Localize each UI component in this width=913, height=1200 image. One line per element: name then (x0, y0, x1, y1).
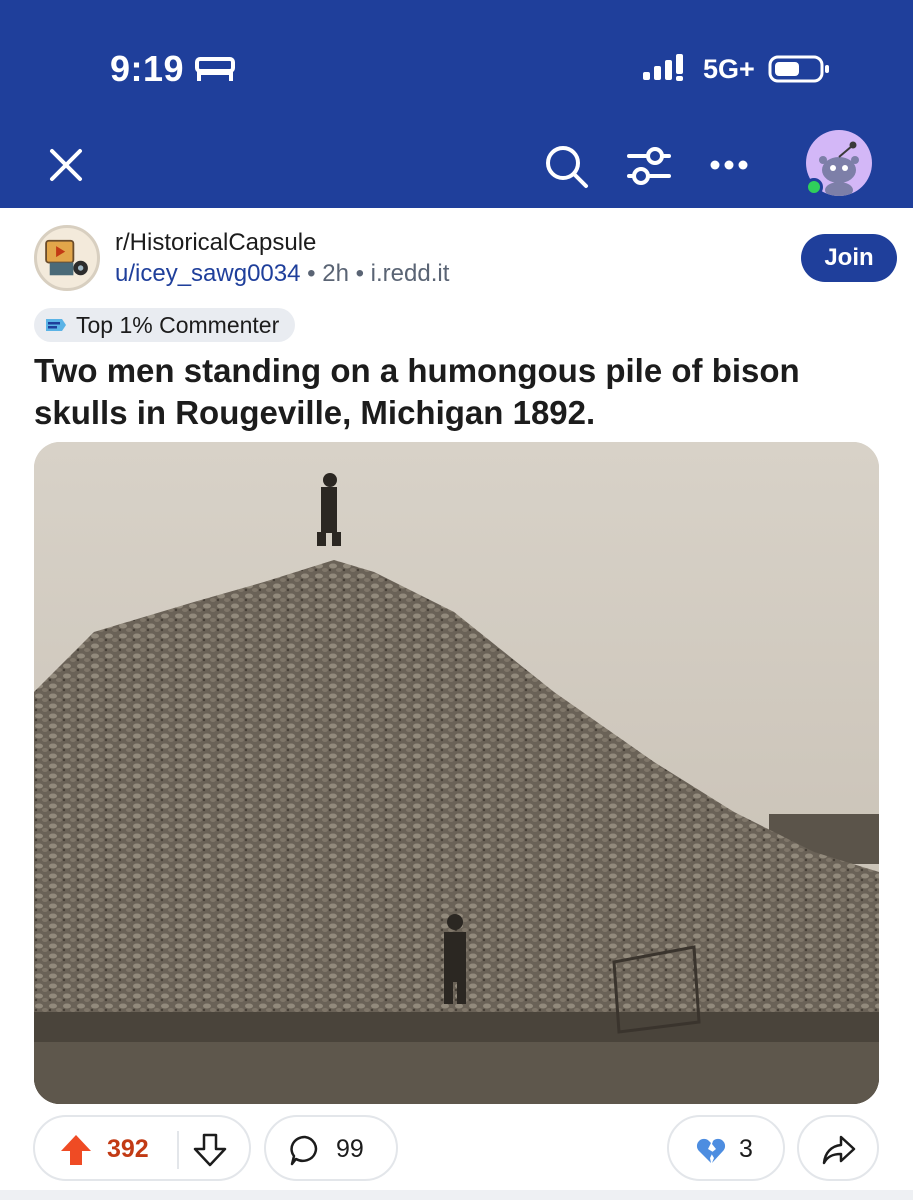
upvote-icon[interactable] (59, 1133, 93, 1167)
film-camera-icon (45, 239, 88, 276)
network-label: 5G+ (703, 54, 755, 84)
share-icon (822, 1135, 856, 1165)
close-icon[interactable] (44, 143, 88, 187)
post-title[interactable]: Two men standing on a humongous pile of … (34, 350, 884, 434)
vote-score: 392 (107, 1135, 149, 1163)
post-meta: u/icey_sawg0034 • 2h • i.redd.it (115, 260, 449, 288)
more-icon[interactable] (705, 150, 753, 180)
app-header: 9:19 5G+ (0, 0, 913, 208)
share-button[interactable] (797, 1115, 879, 1181)
comments-count: 99 (336, 1135, 364, 1163)
downvote-icon[interactable] (193, 1133, 227, 1167)
feed-divider (0, 1190, 913, 1200)
flair-label: Top 1% Commenter (76, 311, 280, 338)
bed-icon (195, 57, 235, 81)
status-time: 9:19 (110, 48, 185, 89)
award-count: 3 (739, 1135, 753, 1163)
award-button[interactable]: 3 (667, 1115, 785, 1181)
subreddit-icon[interactable] (34, 225, 100, 291)
post-domain[interactable]: i.redd.it (371, 260, 450, 287)
top-commenter-icon (46, 319, 66, 331)
vote-controls: 392 (33, 1115, 251, 1181)
comments-button[interactable]: 99 (264, 1115, 398, 1181)
filter-icon[interactable] (625, 142, 673, 190)
comment-icon (290, 1135, 318, 1166)
online-status-dot (805, 178, 823, 196)
user-flair: Top 1% Commenter (34, 308, 296, 342)
meta-separator: • (307, 260, 316, 287)
author-link[interactable]: u/icey_sawg0034 (115, 260, 300, 287)
join-button[interactable]: Join (801, 234, 897, 282)
broken-heart-icon (696, 1138, 726, 1163)
subreddit-name[interactable]: r/HistoricalCapsule (115, 229, 316, 257)
vote-divider (177, 1131, 179, 1169)
signal-icon (643, 54, 683, 81)
battery-icon (768, 55, 829, 83)
post-image[interactable] (34, 442, 879, 1104)
meta-separator: • (355, 260, 364, 287)
bison-skull-pile-photo (34, 442, 879, 1104)
search-icon[interactable] (542, 142, 590, 190)
post-age: 2h (322, 260, 349, 287)
